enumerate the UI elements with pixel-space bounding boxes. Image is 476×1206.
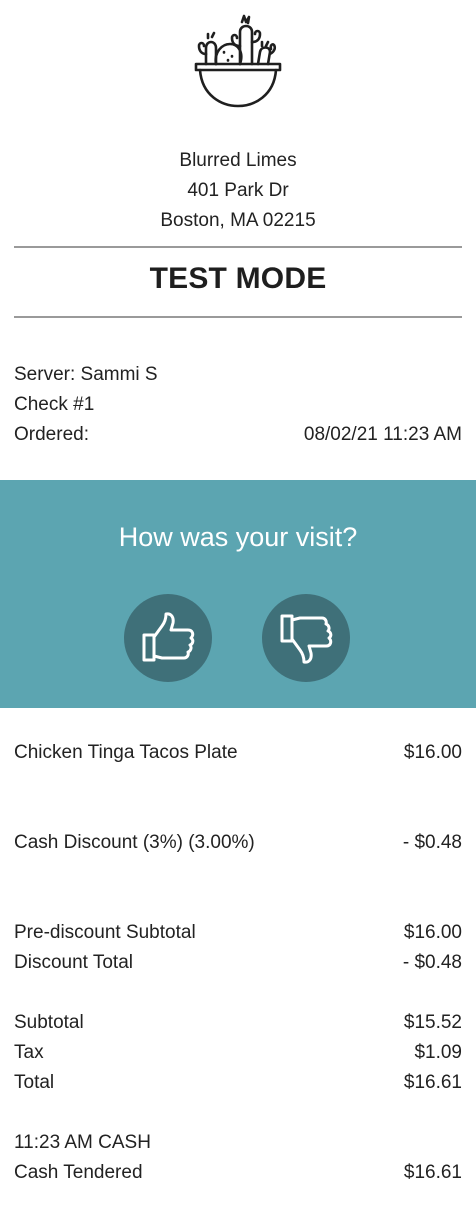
thumbs-down-button[interactable] [262, 594, 350, 682]
subtotal-label: Subtotal [14, 1012, 84, 1033]
bottom-divider [14, 316, 462, 318]
check-row: Check #1 [14, 390, 462, 420]
cash-tendered-value: $16.61 [403, 1162, 462, 1183]
server-row: Server: Sammi S [14, 360, 462, 390]
discount-total-label: Discount Total [14, 952, 133, 973]
business-name: Blurred Limes [179, 150, 297, 171]
tax-label: Tax [14, 1042, 44, 1063]
address-line-1: 401 Park Dr [187, 180, 289, 201]
thumbs-down-icon [280, 614, 333, 664]
item-price: $16.00 [403, 742, 462, 763]
test-mode-banner: TEST MODE [149, 262, 327, 295]
pre-discount-label: Pre-discount Subtotal [14, 922, 196, 943]
tax-row: Tax $1.09 [14, 1038, 462, 1068]
thumbs-up-icon [142, 612, 195, 662]
item-name: Chicken Tinga Tacos Plate [14, 742, 238, 763]
cactus-bowl-icon [188, 8, 288, 112]
total-value: $16.61 [403, 1072, 462, 1093]
feedback-panel: How was your visit? [0, 480, 476, 708]
line-item: Chicken Tinga Tacos Plate $16.00 [14, 738, 462, 768]
pre-discount-value: $16.00 [403, 922, 462, 943]
tax-value: $1.09 [414, 1042, 462, 1063]
server-label: Server: Sammi S [14, 364, 158, 385]
total-label: Total [14, 1072, 55, 1093]
discount-total-row: Discount Total - $0.48 [14, 948, 462, 978]
feedback-question: How was your visit? [118, 522, 358, 552]
ordered-time: 08/02/21 11:23 AM [303, 424, 462, 445]
item-name: Cash Discount (3%) (3.00%) [14, 832, 255, 853]
subtotal-row: Subtotal $15.52 [14, 1008, 462, 1038]
item-price: - $0.48 [402, 832, 462, 853]
pre-discount-subtotal-row: Pre-discount Subtotal $16.00 [14, 918, 462, 948]
line-item: Cash Discount (3%) (3.00%) - $0.48 [14, 828, 462, 858]
payment-method: 11:23 AM CASH [14, 1132, 151, 1153]
thumbs-up-button[interactable] [124, 594, 212, 682]
address-line-2: Boston, MA 02215 [160, 210, 316, 231]
ordered-label: Ordered: [14, 424, 89, 445]
ordered-row: Ordered: 08/02/21 11:23 AM [14, 420, 462, 450]
total-row: Total $16.61 [14, 1068, 462, 1098]
payment-method-row: 11:23 AM CASH [14, 1128, 462, 1158]
check-number: Check #1 [14, 394, 95, 415]
top-divider [14, 246, 462, 248]
cash-tendered-label: Cash Tendered [14, 1162, 143, 1183]
discount-total-value: - $0.48 [402, 952, 462, 973]
cash-tendered-row: Cash Tendered $16.61 [14, 1158, 462, 1188]
subtotal-value: $15.52 [403, 1012, 462, 1033]
